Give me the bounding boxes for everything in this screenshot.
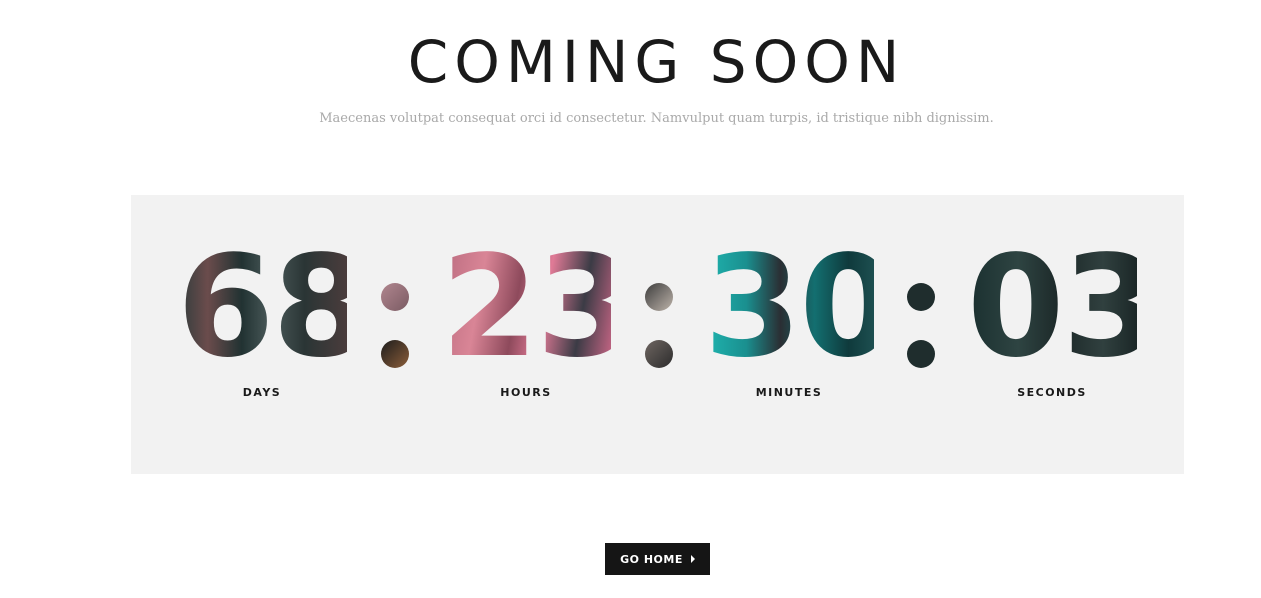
days-value: 68: [177, 226, 370, 389]
countdown-days: 68 DAYS: [177, 238, 370, 400]
countdown-separator: [381, 283, 411, 368]
countdown-minutes: 30 MINUTES: [704, 238, 897, 400]
go-home-label: GO HOME: [620, 552, 683, 566]
separator-dot: [907, 283, 935, 311]
countdown-seconds: 03 SECONDS: [967, 238, 1160, 400]
page-subtitle: Maecenas volutpat consequat orci id cons…: [319, 111, 994, 126]
countdown-hours: 23 HOURS: [441, 238, 634, 400]
countdown-separator: [645, 283, 675, 368]
seconds-value: 03: [967, 226, 1160, 389]
countdown-separator: [907, 283, 937, 368]
minutes-value: 30: [704, 226, 897, 389]
caret-right-icon: [690, 555, 695, 563]
go-home-button[interactable]: GO HOME: [605, 543, 710, 575]
separator-dot: [381, 340, 409, 368]
hours-value: 23: [441, 226, 634, 389]
separator-dot: [907, 340, 935, 368]
separator-dot: [381, 283, 409, 311]
separator-dot: [645, 283, 673, 311]
separator-dot: [645, 340, 673, 368]
countdown-panel: 68 DAYS 23 HOURS 30 MINUTES 03 SECONDS: [131, 195, 1184, 474]
page-title: COMING SOON: [407, 28, 906, 96]
